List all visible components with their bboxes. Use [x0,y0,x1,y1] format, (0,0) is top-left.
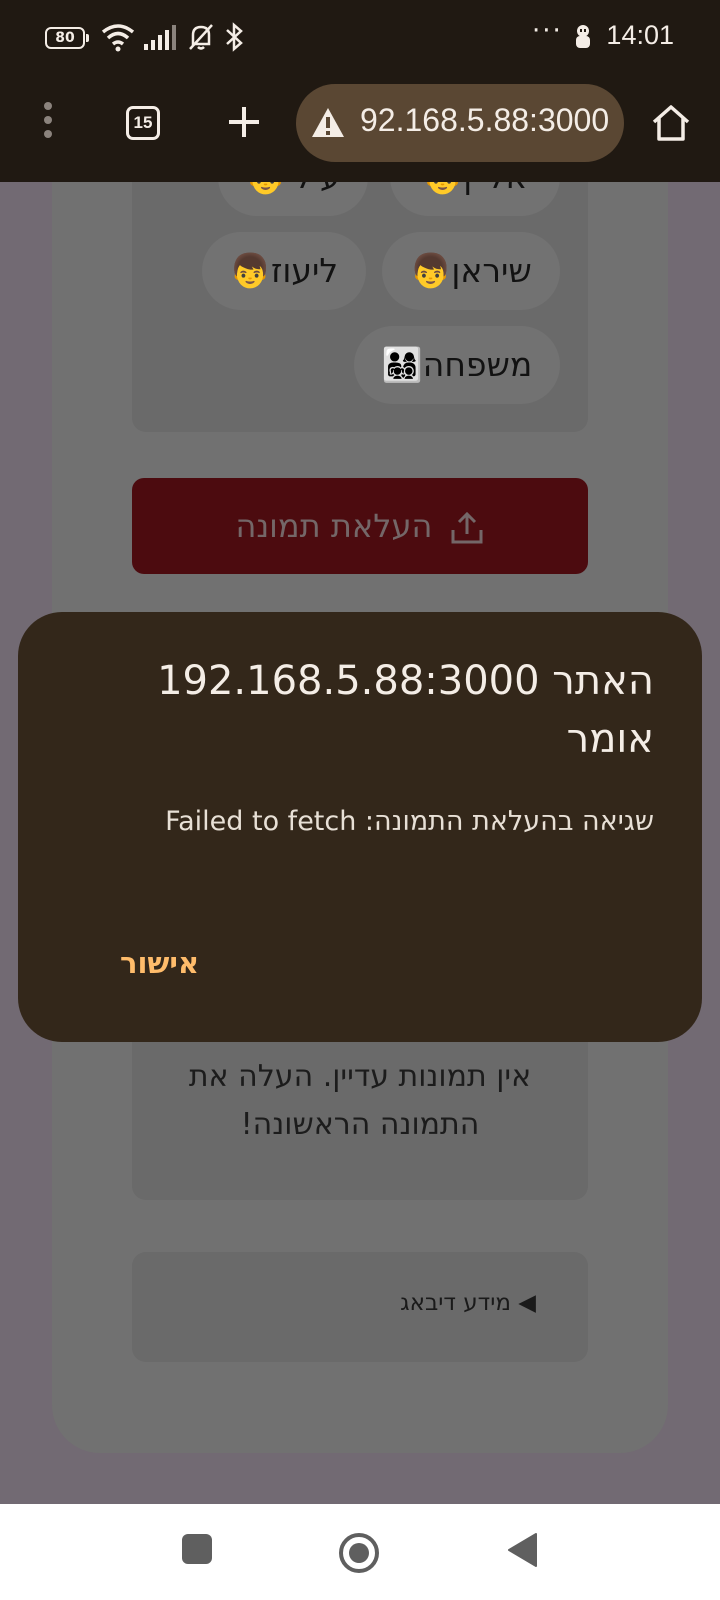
battery-icon: 80 [45,27,89,49]
url-text[interactable]: 92.168.5.88:3000 [360,102,609,139]
upload-icon [451,511,483,544]
system-nav-bar [0,1504,720,1600]
status-bar: 80 ··· 14:01 [0,0,720,78]
empty-gallery-text: אין תמונות עדיין. העלה את התמונה הראשונה… [188,1059,532,1142]
bluetooth-icon [226,22,243,52]
home-icon[interactable] [650,102,692,144]
dialog-message: שגיאה בהעלאת התמונה: Failed to fetch [165,806,654,837]
chip-member[interactable]: 👦עילי [218,182,368,216]
bell-off-icon [189,24,213,50]
dialog-title: האתר 192.168.5.88:3000 אומר [157,658,654,762]
notification-icon [576,25,590,48]
alert-dialog: האתר 192.168.5.88:3000 אומר שגיאה בהעלאת… [18,612,702,1042]
debug-info-toggle[interactable]: ◀ מידע דיבאג [400,1290,536,1316]
menu-icon[interactable] [40,102,56,142]
status-time: 14:01 [606,20,674,50]
recents-icon[interactable] [180,1532,214,1566]
wifi-icon [101,24,135,52]
upload-button-label: העלאת תמונה [235,507,433,545]
chip-member[interactable]: 👦ליעוז [202,232,366,310]
tab-switcher-button[interactable]: 15 [126,106,160,140]
warning-icon[interactable] [310,106,346,140]
more-notifications: ··· [532,16,563,46]
chip-member[interactable]: 👦שיראן [382,232,560,310]
back-icon[interactable] [506,1532,540,1568]
chip-member[interactable]: 👦אליין [390,182,560,216]
home-icon[interactable] [338,1532,380,1574]
chip-member[interactable]: 👨‍👩‍👧‍👦משפחה [354,326,560,404]
family-members-panel: 👦אליין 👦עילי 👦שיראן 👦ליעוז 👨‍👩‍👧‍👦משפחה [132,182,588,432]
new-tab-icon[interactable] [226,104,262,140]
signal-icon [144,25,176,50]
ok-button[interactable]: אישור [100,940,219,986]
debug-info-panel[interactable]: ◀ מידע דיבאג [132,1252,588,1362]
upload-photo-button[interactable]: העלאת תמונה [132,478,588,574]
browser-toolbar: 15 92.168.5.88:3000 [0,78,720,182]
url-bar[interactable]: 92.168.5.88:3000 [296,84,624,162]
